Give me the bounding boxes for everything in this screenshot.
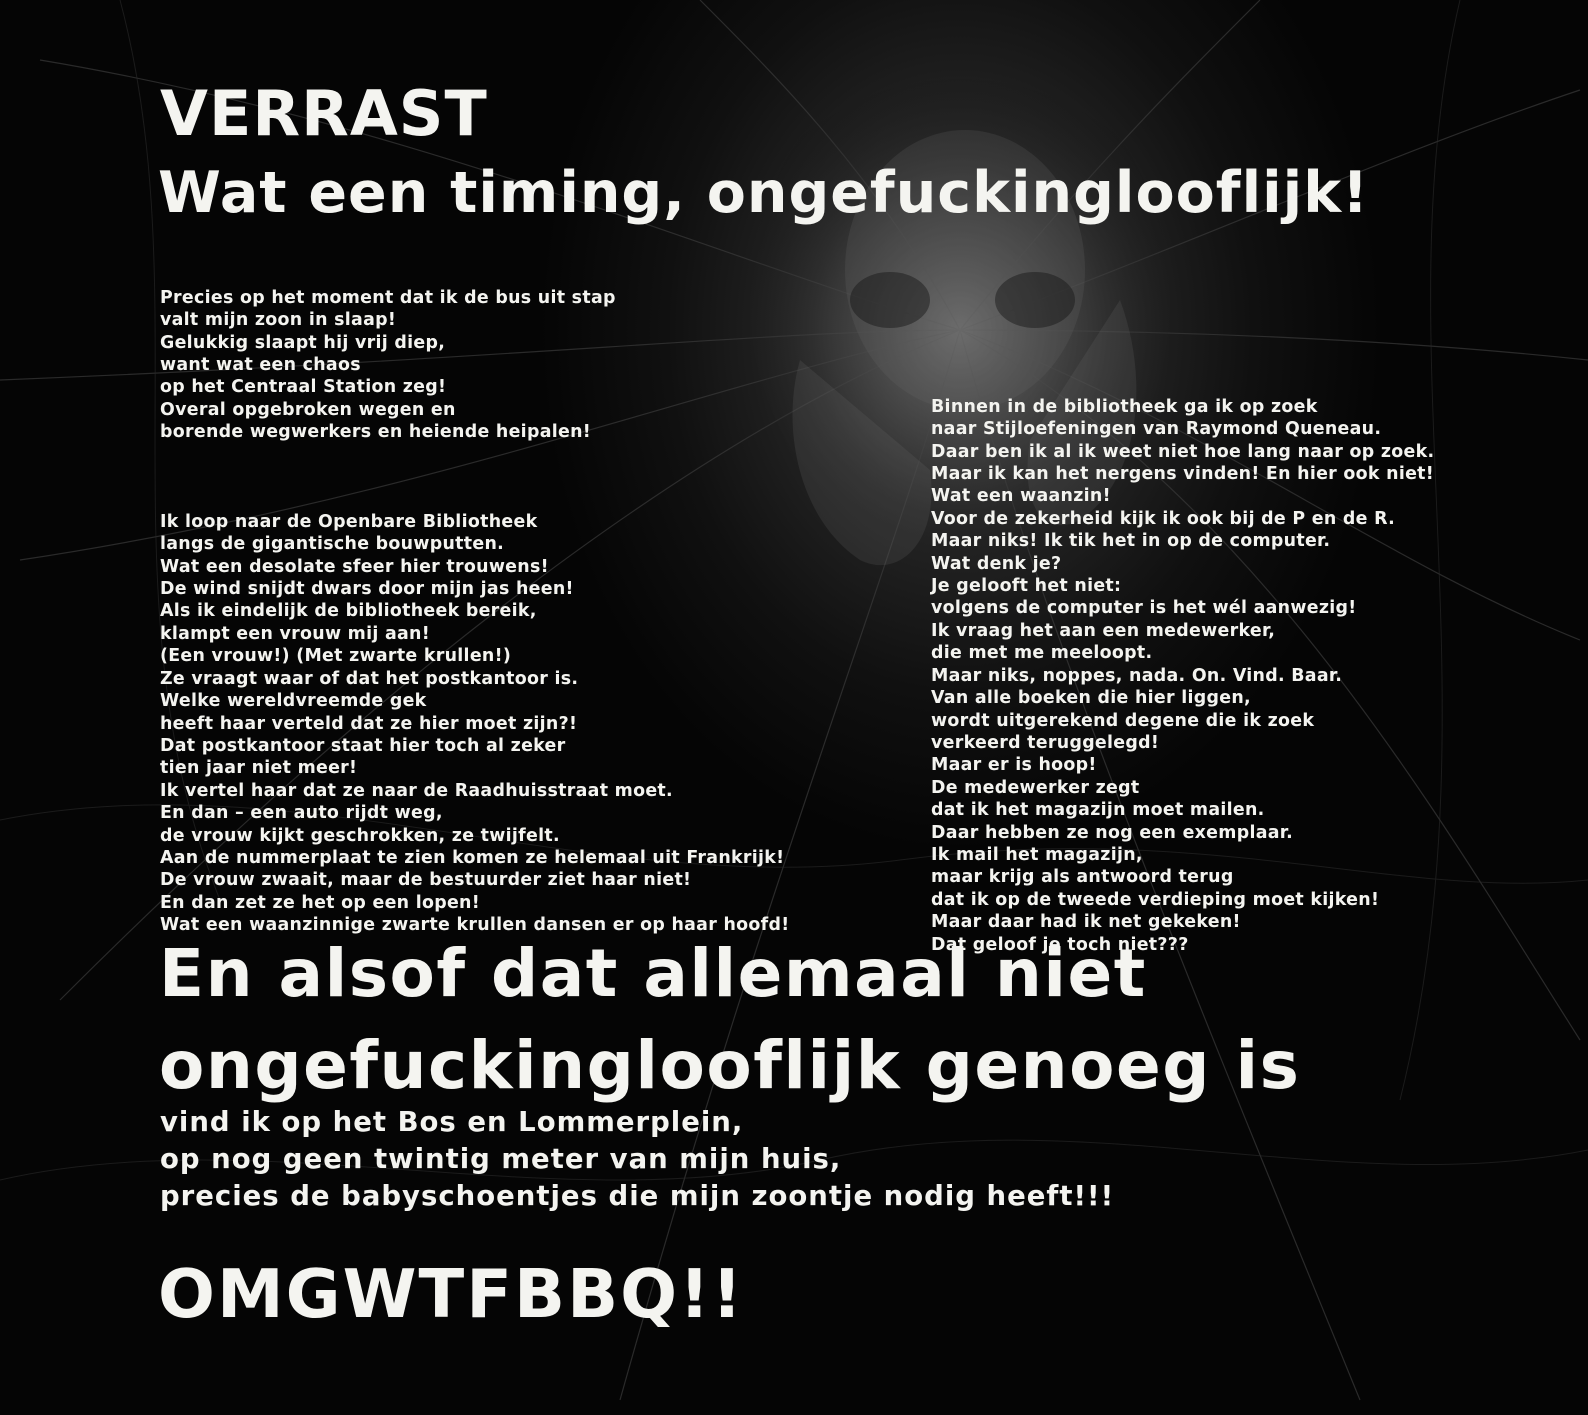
final-shout: OMGWTFBBQ!!	[158, 1255, 745, 1333]
headline: Wat een timing, ongefuckinglooflijk!	[158, 160, 1370, 226]
poem-stanza: Ik loop naar de Openbare Bibliotheek lan…	[160, 511, 790, 936]
poster: VERRAST Wat een timing, ongefuckingloofl…	[0, 0, 1588, 1415]
big-statement: En alsof dat allemaal niet ongefuckinglo…	[159, 935, 1301, 1104]
left-poem-column: Precies op het moment dat ik de bus uit …	[160, 242, 860, 1004]
kicker-title: VERRAST	[160, 77, 488, 150]
sub-statement: vind ik op het Bos en Lommerplein, op no…	[160, 1106, 1115, 1212]
poem-stanza: Binnen in de bibliotheek ga ik op zoek n…	[931, 396, 1435, 955]
right-poem-column: Binnen in de bibliotheek ga ik op zoek n…	[931, 351, 1571, 1023]
poem-stanza: Precies op het moment dat ik de bus uit …	[160, 287, 616, 443]
